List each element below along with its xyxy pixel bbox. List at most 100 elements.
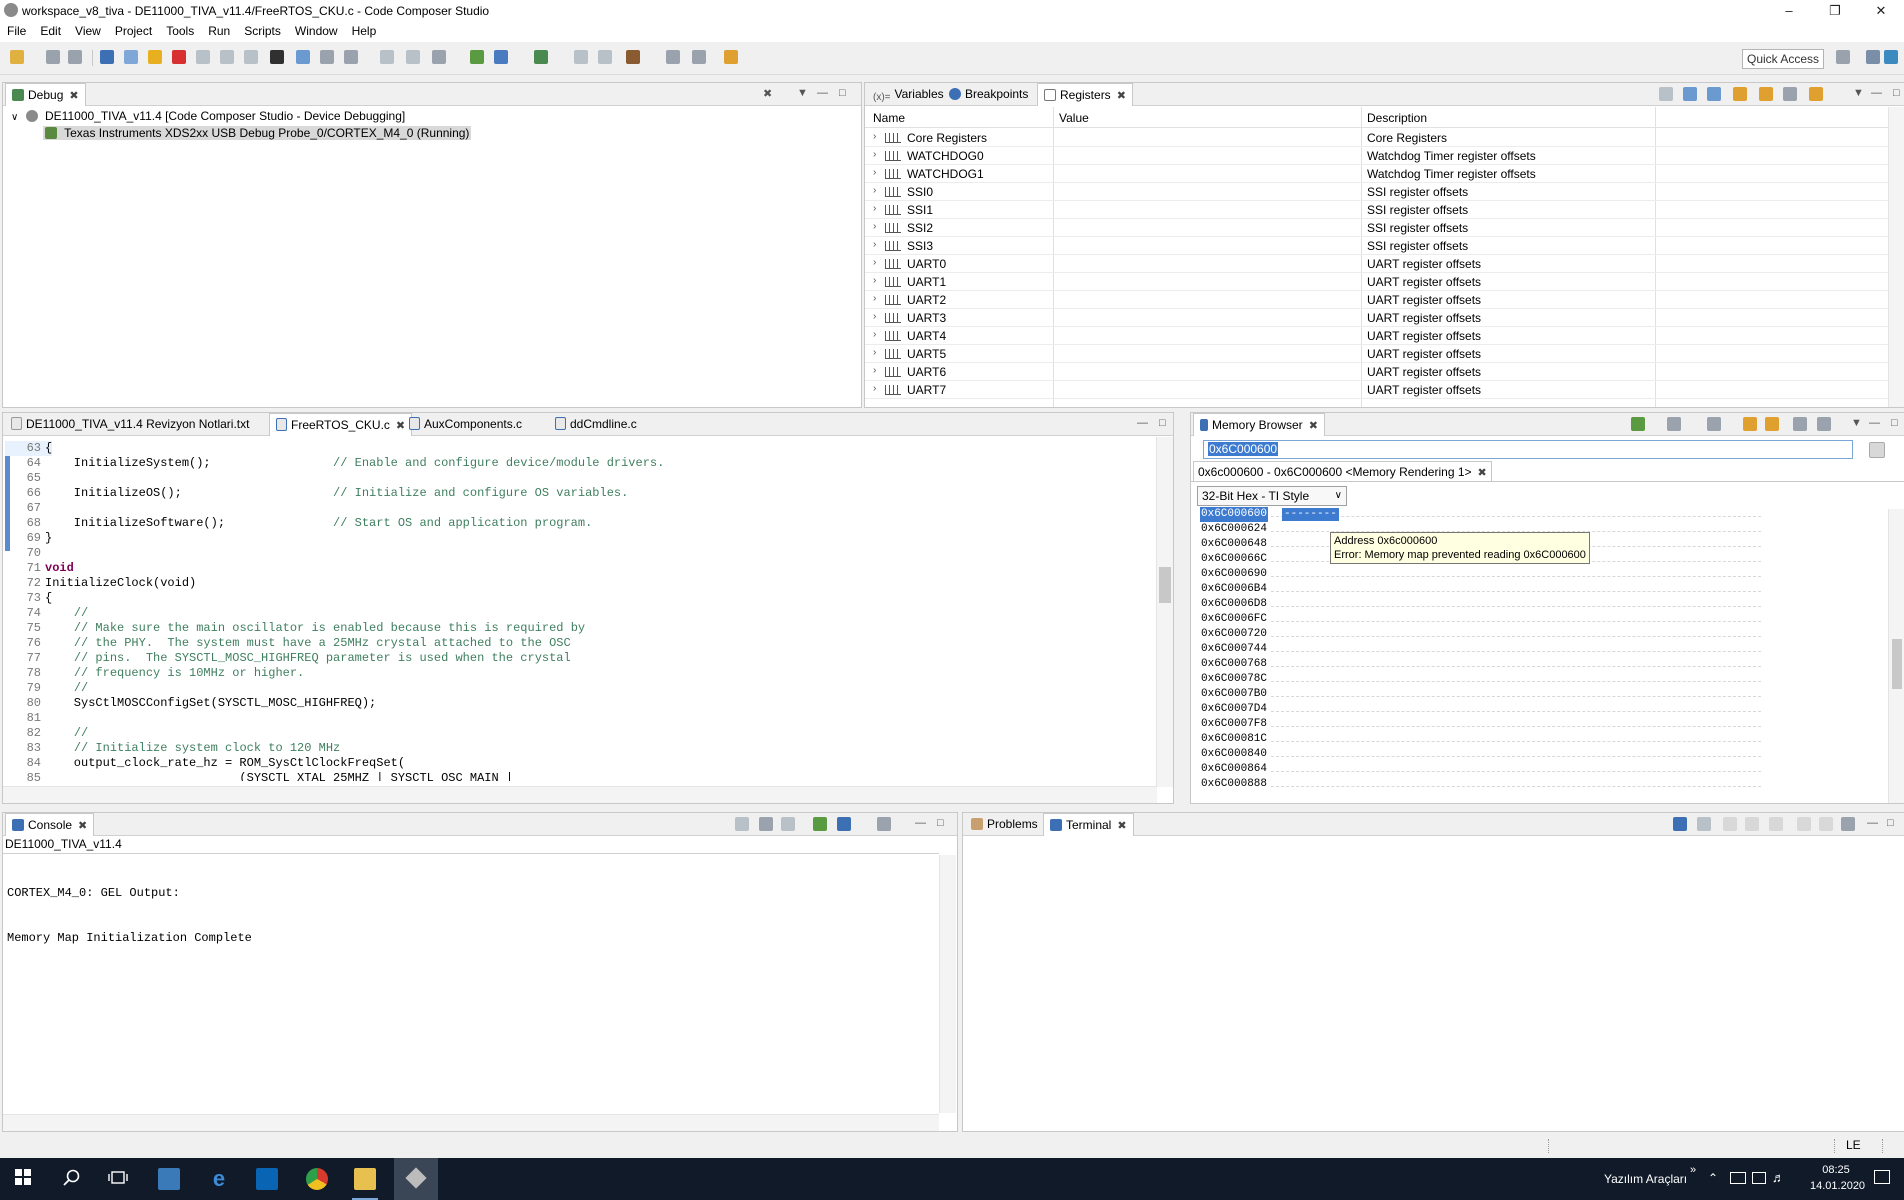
code-line[interactable]: 76 // the PHY. The system must have a 25… [5, 636, 571, 651]
chevron-right-icon[interactable]: › [873, 239, 876, 250]
code-line[interactable]: 70 [5, 546, 45, 561]
view-menu-icon[interactable]: ▼ [797, 87, 808, 99]
view-menu-icon[interactable]: ▼ [1853, 87, 1864, 99]
maximize-icon[interactable]: □ [937, 817, 944, 829]
minimize-icon[interactable]: — [915, 817, 926, 829]
tab-variables[interactable]: (x)= Variables [867, 83, 950, 105]
tab-problems[interactable]: Problems [965, 813, 1044, 835]
code-line[interactable]: 66 InitializeOS(); // Initialize and con… [5, 486, 629, 501]
chevron-right-icon[interactable]: › [873, 257, 876, 268]
menu-view[interactable]: View [68, 22, 108, 38]
tools-icon[interactable] [320, 50, 334, 64]
chevron-right-icon[interactable]: › [873, 293, 876, 304]
menu-help[interactable]: Help [345, 22, 384, 38]
tab-revizyon-notlari[interactable]: DE11000_TIVA_v11.4 Revizyon Notlari.txt [5, 413, 255, 435]
console-output[interactable]: CORTEX_M4_0: GEL Output: Memory Map Init… [7, 856, 252, 976]
display-console-icon[interactable] [837, 817, 851, 831]
edge-browser-icon[interactable]: e [208, 1168, 230, 1190]
sync-icon[interactable] [1765, 417, 1779, 431]
register-row[interactable]: › SSI2 SSI register offsets [865, 219, 1889, 237]
memory-cell-empty[interactable] [1271, 771, 1761, 787]
chevron-right-icon[interactable]: › [873, 329, 876, 340]
open-console-icon[interactable] [877, 817, 891, 831]
debug-perspective-icon[interactable] [1884, 50, 1898, 64]
code-line[interactable]: 68 InitializeSoftware(); // Start OS and… [5, 516, 593, 531]
minimize-button[interactable]: – [1766, 0, 1812, 22]
restore-button[interactable]: ❐ [1812, 0, 1858, 22]
new-group-icon[interactable] [1759, 87, 1773, 101]
settings-icon[interactable] [1841, 817, 1855, 831]
memory-cell-empty[interactable] [1271, 591, 1761, 607]
chevron-right-icon[interactable]: › [873, 203, 876, 214]
remote-desktop-icon[interactable] [158, 1168, 180, 1190]
chevron-right-icon[interactable]: » [1690, 1164, 1696, 1176]
memory-cell-empty[interactable] [1271, 501, 1761, 517]
window-icon[interactable] [666, 50, 680, 64]
refresh-icon[interactable] [1743, 417, 1757, 431]
build-icon[interactable] [470, 50, 484, 64]
load-program-icon[interactable] [432, 50, 446, 64]
close-icon[interactable]: ✖ [1309, 420, 1318, 432]
editor-vscrollbar[interactable] [1156, 437, 1173, 787]
menu-tools[interactable]: Tools [159, 22, 201, 38]
menu-file[interactable]: File [0, 22, 33, 38]
memory-cell-empty[interactable] [1271, 681, 1761, 697]
register-row[interactable]: › UART5 UART register offsets [865, 345, 1889, 363]
toggle-icon[interactable] [1707, 87, 1721, 101]
console-hscrollbar[interactable] [3, 1114, 939, 1131]
memory-cell-empty[interactable] [1271, 756, 1761, 772]
register-row[interactable]: › SSI0 SSI register offsets [865, 183, 1889, 201]
close-icon[interactable]: ✖ [1117, 820, 1126, 832]
step-over-icon[interactable] [220, 50, 234, 64]
scroll-lock-icon[interactable] [759, 817, 773, 831]
scroll-thumb[interactable] [1892, 639, 1902, 689]
memory-cell-empty[interactable] [1271, 711, 1761, 727]
close-button[interactable]: ✕ [1858, 0, 1904, 22]
chevron-right-icon[interactable]: › [873, 275, 876, 286]
step-into-icon[interactable] [196, 50, 210, 64]
back-icon[interactable] [574, 50, 588, 64]
clear-icon[interactable] [1769, 817, 1783, 831]
register-row[interactable]: › SSI1 SSI register offsets [865, 201, 1889, 219]
code-line[interactable]: 77 // pins. The SYSCTL_MOSC_HIGHFREQ par… [5, 651, 571, 666]
new-view-icon[interactable] [1793, 417, 1807, 431]
select-all-icon[interactable] [1797, 817, 1811, 831]
disconnect-icon[interactable] [1697, 817, 1711, 831]
open-terminal-icon[interactable] [1673, 817, 1687, 831]
tab-ddcmdline[interactable]: ddCmdline.c [549, 413, 643, 435]
step-return-icon[interactable] [244, 50, 258, 64]
scroll-lock-icon[interactable] [1819, 817, 1833, 831]
search-icon[interactable] [692, 50, 706, 64]
debug-target-item[interactable]: Texas Instruments XDS2xx USB Debug Probe… [43, 126, 472, 140]
terminate-icon[interactable] [172, 50, 186, 64]
quick-access-input[interactable]: Quick Access [1742, 49, 1824, 69]
code-editor[interactable]: 63 {64 InitializeSystem(); // Enable and … [5, 441, 1145, 781]
editor-hscrollbar[interactable] [3, 786, 1157, 803]
code-line[interactable]: 71 void [5, 561, 74, 576]
continuous-refresh-icon[interactable] [1809, 87, 1823, 101]
tab-debug[interactable]: Debug ✖ [5, 83, 86, 106]
column-header-description[interactable]: Description [1367, 111, 1427, 125]
minimize-icon[interactable]: — [817, 87, 828, 99]
grid-icon[interactable] [270, 50, 284, 64]
clock[interactable]: 08:25 14.01.2020 [1810, 1162, 1865, 1194]
volume-icon[interactable]: ♬ [1772, 1170, 1785, 1185]
close-icon[interactable]: ✖ [1117, 90, 1126, 102]
perspective-icon[interactable] [1866, 50, 1880, 64]
register-row[interactable]: › WATCHDOG1 Watchdog Timer register offset… [865, 165, 1889, 183]
registers-scrollbar[interactable] [1888, 107, 1904, 407]
suspend-icon[interactable] [148, 50, 162, 64]
toolbar-label[interactable]: Yazılım Araçları [1604, 1172, 1687, 1186]
column-header-name[interactable]: Name [873, 111, 905, 125]
memory-scrollbar[interactable] [1888, 509, 1904, 803]
scroll-thumb[interactable] [1159, 567, 1171, 603]
close-icon[interactable]: ✖ [78, 820, 87, 832]
menu-edit[interactable]: Edit [33, 22, 68, 38]
assembly-step-icon[interactable] [296, 50, 310, 64]
close-icon[interactable]: ✖ [69, 90, 78, 102]
forward-icon[interactable] [598, 50, 612, 64]
memory-address-input[interactable]: 0x6C000600 [1203, 440, 1853, 459]
chevron-right-icon[interactable]: › [873, 365, 876, 376]
network-icon[interactable] [1730, 1172, 1746, 1184]
eye-icon[interactable] [1707, 417, 1721, 431]
